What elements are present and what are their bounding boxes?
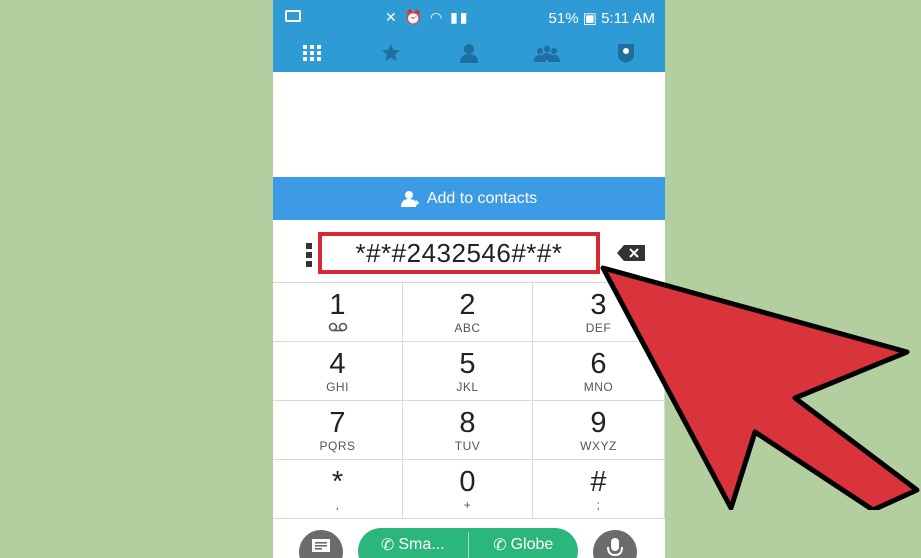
tab-groups[interactable] [527, 38, 567, 68]
key-star[interactable]: * , [273, 460, 403, 519]
phone-icon: ✆ [493, 537, 507, 554]
microphone-icon [607, 538, 623, 557]
key-letters: TUV [454, 439, 481, 453]
image-notification-icon [285, 10, 301, 22]
dialed-number-field[interactable]: *#*#2432546#*#* [318, 232, 600, 274]
shield-icon [617, 44, 634, 63]
call-buttons: ✆ Sma... ✆ Globe [358, 528, 578, 558]
add-person-icon [400, 190, 419, 207]
status-text: 51% ▣ 5:11 AM [549, 9, 655, 27]
key-letters: DEF [585, 321, 612, 335]
call-sim2-label: Globe [510, 536, 554, 553]
key-digit: 9 [590, 407, 607, 439]
tab-spam-block[interactable] [606, 38, 646, 68]
key-letters: + [463, 498, 472, 512]
status-icons: ✕ ⏰ ◠ ▮▮ [385, 9, 469, 26]
key-6[interactable]: 6 MNO [533, 342, 665, 401]
key-digit: 6 [590, 348, 607, 380]
key-letters: GHI [326, 380, 349, 394]
key-letters: ; [596, 498, 601, 512]
alarm-icon: ⏰ [404, 9, 425, 25]
message-button[interactable] [299, 530, 343, 558]
person-icon [459, 44, 478, 63]
key-2[interactable]: 2 ABC [403, 283, 533, 342]
key-letters: MNO [583, 380, 614, 394]
wifi-icon: ◠ [429, 9, 445, 25]
key-hash[interactable]: # ; [533, 460, 665, 519]
key-8[interactable]: 8 TUV [403, 401, 533, 460]
add-to-contacts-label: Add to contacts [426, 189, 538, 207]
clock: 5:11 AM [601, 10, 655, 27]
tab-contacts[interactable] [449, 38, 489, 68]
key-letters: JKL [456, 380, 479, 394]
key-digit: # [590, 466, 607, 498]
status-bar: ✕ ⏰ ◠ ▮▮ 51% ▣ 5:11 AM [273, 0, 665, 34]
group-icon [534, 45, 561, 62]
backspace-icon[interactable] [617, 245, 645, 261]
key-digit: 2 [459, 289, 476, 321]
battery-level: 51% [548, 10, 579, 27]
key-7[interactable]: 7 PQRS [273, 401, 403, 460]
phone-icon: ✆ [380, 537, 395, 554]
star-icon [381, 44, 400, 61]
key-letters: WXYZ [580, 439, 617, 453]
key-digit: 1 [329, 289, 346, 321]
key-digit: 5 [459, 348, 476, 380]
key-digit: * [331, 466, 344, 498]
key-digit: 4 [329, 348, 346, 380]
tab-favorites[interactable] [371, 38, 411, 68]
key-digit: 0 [459, 466, 476, 498]
phone-screen: ✕ ⏰ ◠ ▮▮ 51% ▣ 5:11 AM Add to contacts *… [273, 0, 665, 558]
key-4[interactable]: 4 GHI [273, 342, 403, 401]
call-sim2-button[interactable]: ✆ Globe [469, 535, 579, 555]
dialer-tabs [273, 34, 665, 72]
key-9[interactable]: 9 WXYZ [533, 401, 665, 460]
key-letters: PQRS [319, 439, 356, 453]
battery-icon: ▣ [582, 10, 597, 27]
add-to-contacts-button[interactable]: Add to contacts [273, 177, 665, 220]
call-sim1-button[interactable]: ✆ Sma... [358, 535, 468, 555]
message-icon [312, 539, 330, 552]
voice-input-button[interactable] [593, 530, 637, 558]
key-digit: 8 [459, 407, 476, 439]
voicemail-icon [328, 322, 347, 332]
call-sim1-label: Sma... [398, 536, 445, 553]
more-options-icon[interactable] [306, 243, 312, 267]
key-digit: 7 [329, 407, 346, 439]
key-0[interactable]: 0 + [403, 460, 533, 519]
key-digit: 3 [590, 289, 607, 321]
key-letters: ABC [454, 321, 481, 335]
key-3[interactable]: 3 DEF [533, 283, 665, 342]
dialpad-icon [303, 45, 322, 61]
mute-icon: ✕ [385, 9, 399, 25]
suggestions-area [273, 72, 665, 177]
signal-icon: ▮▮ [450, 9, 470, 25]
dialer-bottom-bar: ✆ Sma... ✆ Globe [273, 520, 665, 558]
dialpad: 1 2 ABC 3 DEF 4 GHI 5 JKL 6 MNO 7 PQRS 8… [273, 283, 665, 520]
number-entry-row: *#*#2432546#*#* [273, 220, 665, 283]
key-letters: , [335, 498, 340, 512]
tab-dialpad[interactable] [292, 38, 332, 68]
dialed-number: *#*#2432546#*#* [355, 237, 563, 268]
key-5[interactable]: 5 JKL [403, 342, 533, 401]
key-1[interactable]: 1 [273, 283, 403, 342]
